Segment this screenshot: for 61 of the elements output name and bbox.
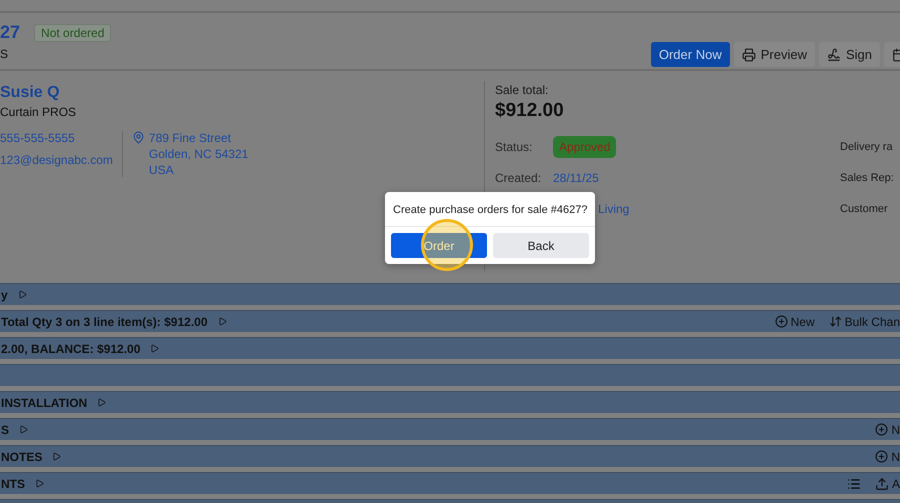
- section-title: INSTALLATION: [1, 396, 88, 410]
- order-button[interactable]: Order: [391, 233, 487, 258]
- section-action[interactable]: Bulk Chan: [828, 314, 900, 328]
- phone-link[interactable]: 555-555-5555: [0, 131, 113, 145]
- section-title: y: [1, 288, 8, 302]
- customer-name[interactable]: Susie Q: [0, 84, 484, 102]
- preview-button[interactable]: Preview: [734, 42, 815, 67]
- field-label: Created:: [495, 171, 542, 185]
- sale-number: 27: [0, 22, 20, 43]
- section-title: S: [1, 422, 10, 436]
- plus-icon: [875, 450, 888, 463]
- status-badge: Approved: [553, 136, 616, 158]
- expand-icon: [35, 479, 44, 488]
- plus-icon: [875, 423, 888, 436]
- order-now-button[interactable]: Order Now: [650, 42, 730, 67]
- subtitle: S: [0, 47, 10, 61]
- section-header[interactable]: y: [0, 283, 900, 305]
- address-line: 789 Fine Street: [148, 131, 232, 145]
- company-name: Curtain PROS: [0, 105, 78, 119]
- signature-icon: [826, 48, 841, 62]
- section-action[interactable]: New: [774, 314, 815, 328]
- section-action[interactable]: A: [874, 476, 900, 490]
- field-label: Delivery ra: [840, 141, 894, 153]
- section-header[interactable]: Total Qty 3 on 3 line item(s): $912.00 New Bulk Chan: [0, 310, 900, 332]
- sign-button[interactable]: Sign: [818, 42, 880, 67]
- sale-total-label: Sale total:: [495, 83, 550, 97]
- section-title: 2.00, BALANCE: $912.00: [1, 342, 140, 356]
- field-label: Sales Rep:: [840, 172, 895, 184]
- plus-icon: [774, 315, 788, 328]
- section-header[interactable]: S N: [0, 418, 900, 440]
- expand-icon: [150, 344, 160, 353]
- expand-icon: [218, 317, 227, 326]
- section-header[interactable]: NOTES N: [0, 445, 900, 467]
- upload-icon: [874, 476, 889, 490]
- section-header[interactable]: 2.00, BALANCE: $912.00: [0, 337, 900, 359]
- section-title: Total Qty 3 on 3 line item(s): $912.00: [1, 314, 208, 328]
- list-icon[interactable]: [846, 476, 861, 490]
- back-button[interactable]: Back: [493, 233, 589, 258]
- email-link[interactable]: 123@designabc.com: [0, 153, 113, 167]
- sale-total: $912.00: [495, 100, 565, 122]
- field-link[interactable]: Living: [598, 202, 630, 216]
- location-icon: [132, 131, 145, 144]
- section-action[interactable]: N: [875, 422, 900, 436]
- expand-icon: [19, 425, 28, 434]
- expand-icon: [52, 452, 62, 461]
- field-link[interactable]: 28/11/25: [553, 171, 599, 185]
- printer-icon: [742, 48, 756, 62]
- section-action[interactable]: N: [875, 450, 900, 464]
- address-line: Golden, NC 54321: [148, 147, 248, 161]
- section-header[interactable]: NTS A: [0, 472, 900, 494]
- expand-icon: [97, 398, 106, 407]
- field-label: Status:: [495, 140, 534, 154]
- order-status-badge: Not ordered: [34, 24, 112, 42]
- field-label: Customer: [840, 203, 889, 215]
- dialog-message: Create purchase orders for sale #4627?: [385, 192, 595, 227]
- sort-icon: [828, 315, 842, 328]
- expand-icon: [18, 290, 27, 299]
- section-header[interactable]: INSTALLATION: [0, 391, 900, 413]
- address-line: USA: [148, 163, 175, 177]
- section-title: NTS: [1, 476, 25, 490]
- section-title: NOTES: [1, 450, 42, 464]
